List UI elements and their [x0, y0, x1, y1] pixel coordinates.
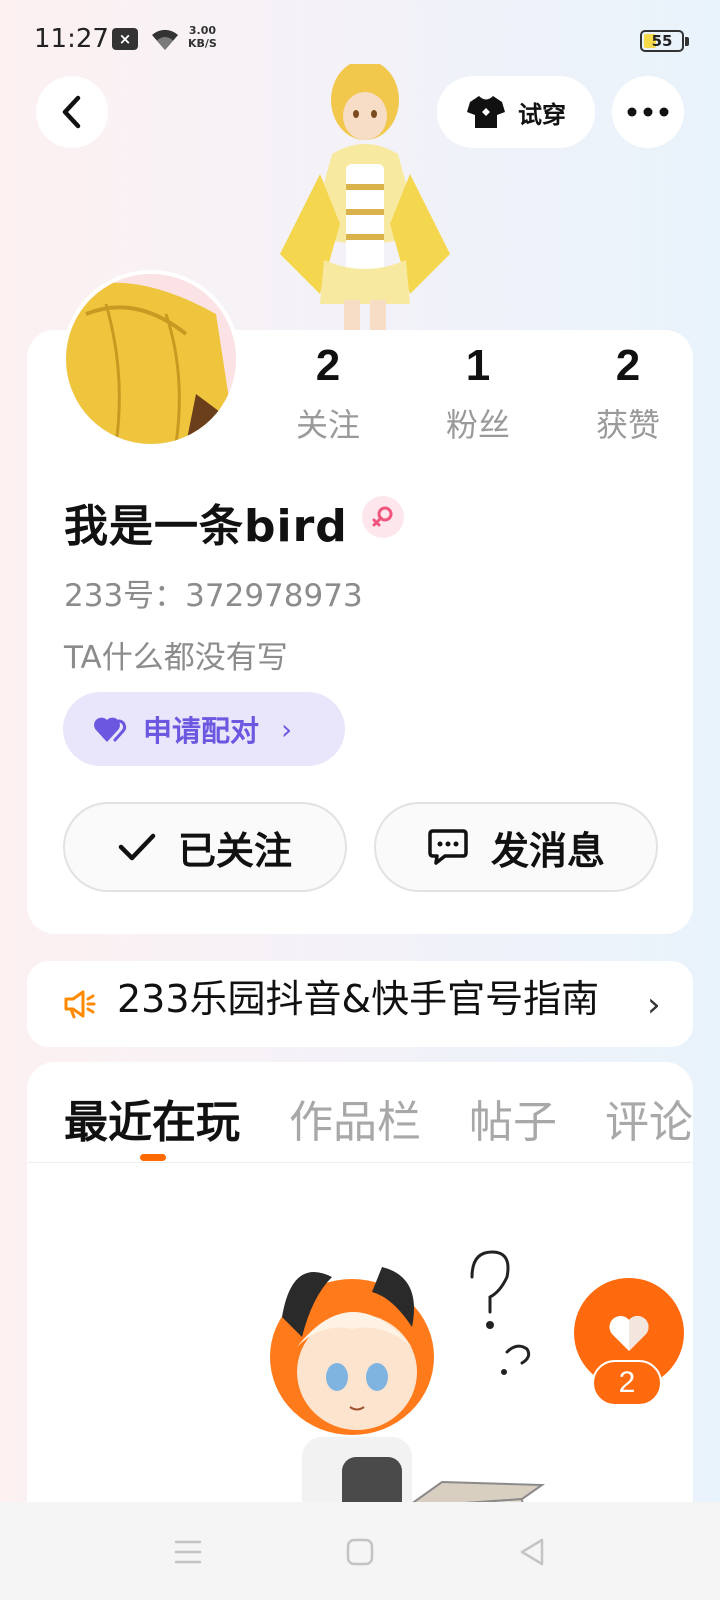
more-icon [627, 107, 669, 117]
likes-count: 2 [615, 341, 641, 390]
home-icon[interactable] [340, 1532, 380, 1572]
speed-unit: KB/S [188, 37, 217, 50]
tab-divider [27, 1162, 693, 1163]
heart-pair-icon [94, 717, 127, 742]
heart-icon [609, 1315, 649, 1351]
user-id: 233号：372978973 [64, 578, 363, 614]
following-count: 2 [315, 341, 341, 390]
bio: TA什么都没有写 [64, 640, 288, 676]
megaphone-icon [64, 990, 96, 1019]
tab-works[interactable]: 作品栏 [289, 1086, 421, 1150]
stat-likes[interactable]: 2 获赞 [568, 340, 688, 446]
likes-label: 获赞 [595, 406, 660, 444]
followers-count: 1 [465, 341, 491, 390]
chevron-right-icon: › [647, 985, 661, 1025]
chat-icon [428, 829, 468, 865]
announcement-text: 233乐园抖音&快手官号指南 [117, 977, 600, 1021]
menu-icon[interactable] [168, 1532, 208, 1572]
back-button[interactable] [36, 76, 108, 148]
apply-pair-button[interactable]: 申请配对 › [63, 692, 345, 766]
tab-posts[interactable]: 帖子 [469, 1086, 557, 1150]
stat-following[interactable]: 2 关注 [268, 340, 388, 446]
nickname: 我是一条bird [64, 501, 348, 552]
check-icon [118, 833, 156, 861]
status-time: 11:27 [34, 24, 109, 54]
followed-button[interactable]: 已关注 [63, 802, 347, 892]
try-on-button[interactable]: 试穿 [437, 76, 595, 148]
back-nav-icon[interactable] [512, 1532, 552, 1572]
battery-tip [685, 37, 689, 46]
chevron-right-icon: › [281, 712, 293, 746]
avatar-image [66, 274, 236, 444]
back-icon [62, 95, 81, 129]
tab-recently-played[interactable]: 最近在玩 [64, 1086, 240, 1150]
send-message-label: 发消息 [490, 828, 605, 873]
try-on-label: 试穿 [518, 100, 566, 129]
notification-icon: × [112, 28, 138, 50]
apply-pair-label: 申请配对 [143, 714, 260, 748]
avatar[interactable] [62, 270, 240, 448]
network-speed: 3.00 KB/S [188, 24, 217, 50]
tab-indicator [140, 1154, 166, 1161]
female-icon [362, 496, 404, 538]
tshirt-icon [467, 96, 505, 128]
tab-comments[interactable]: 评论 [605, 1086, 693, 1150]
announcement-banner[interactable]: 233乐园抖音&快手官号指南 › [27, 961, 693, 1047]
system-nav-bar [0, 1502, 720, 1600]
battery-icon: 55 [640, 30, 684, 52]
speed-value: 3.00 [188, 24, 216, 37]
followers-label: 粉丝 [445, 406, 510, 444]
more-button[interactable] [612, 76, 684, 148]
like-count-badge: 2 [592, 1360, 662, 1406]
battery-level: 55 [651, 32, 673, 50]
following-label: 关注 [295, 406, 360, 444]
wifi-icon [152, 29, 178, 50]
stat-followers[interactable]: 1 粉丝 [418, 340, 538, 446]
followed-label: 已关注 [177, 828, 292, 873]
send-message-button[interactable]: 发消息 [374, 802, 658, 892]
